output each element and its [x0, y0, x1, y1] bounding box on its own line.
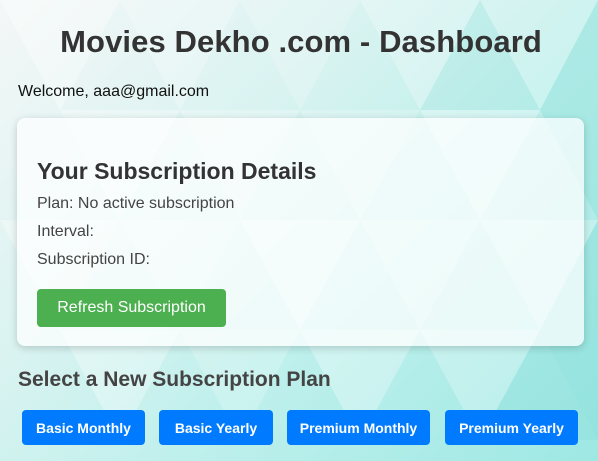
- welcome-message: Welcome, aaa@gmail.com: [18, 83, 210, 100]
- plan-line: Plan: No active subscription: [37, 195, 235, 212]
- page-title: Movies Dekho .com - Dashboard: [60, 24, 542, 59]
- refresh-subscription-button[interactable]: Refresh Subscription: [37, 289, 226, 327]
- plans-heading: Select a New Subscription Plan: [18, 368, 331, 391]
- premium-monthly-button[interactable]: Premium Monthly: [287, 410, 430, 445]
- subscription-heading: Your Subscription Details: [37, 158, 317, 184]
- premium-yearly-button[interactable]: Premium Yearly: [445, 410, 578, 445]
- basic-monthly-button[interactable]: Basic Monthly: [22, 410, 145, 445]
- subscription-details-card: Your Subscription Details Plan: No activ…: [17, 118, 584, 346]
- subscription-id-line: Subscription ID:: [37, 251, 150, 268]
- basic-yearly-button[interactable]: Basic Yearly: [159, 410, 273, 445]
- interval-line: Interval:: [37, 223, 94, 240]
